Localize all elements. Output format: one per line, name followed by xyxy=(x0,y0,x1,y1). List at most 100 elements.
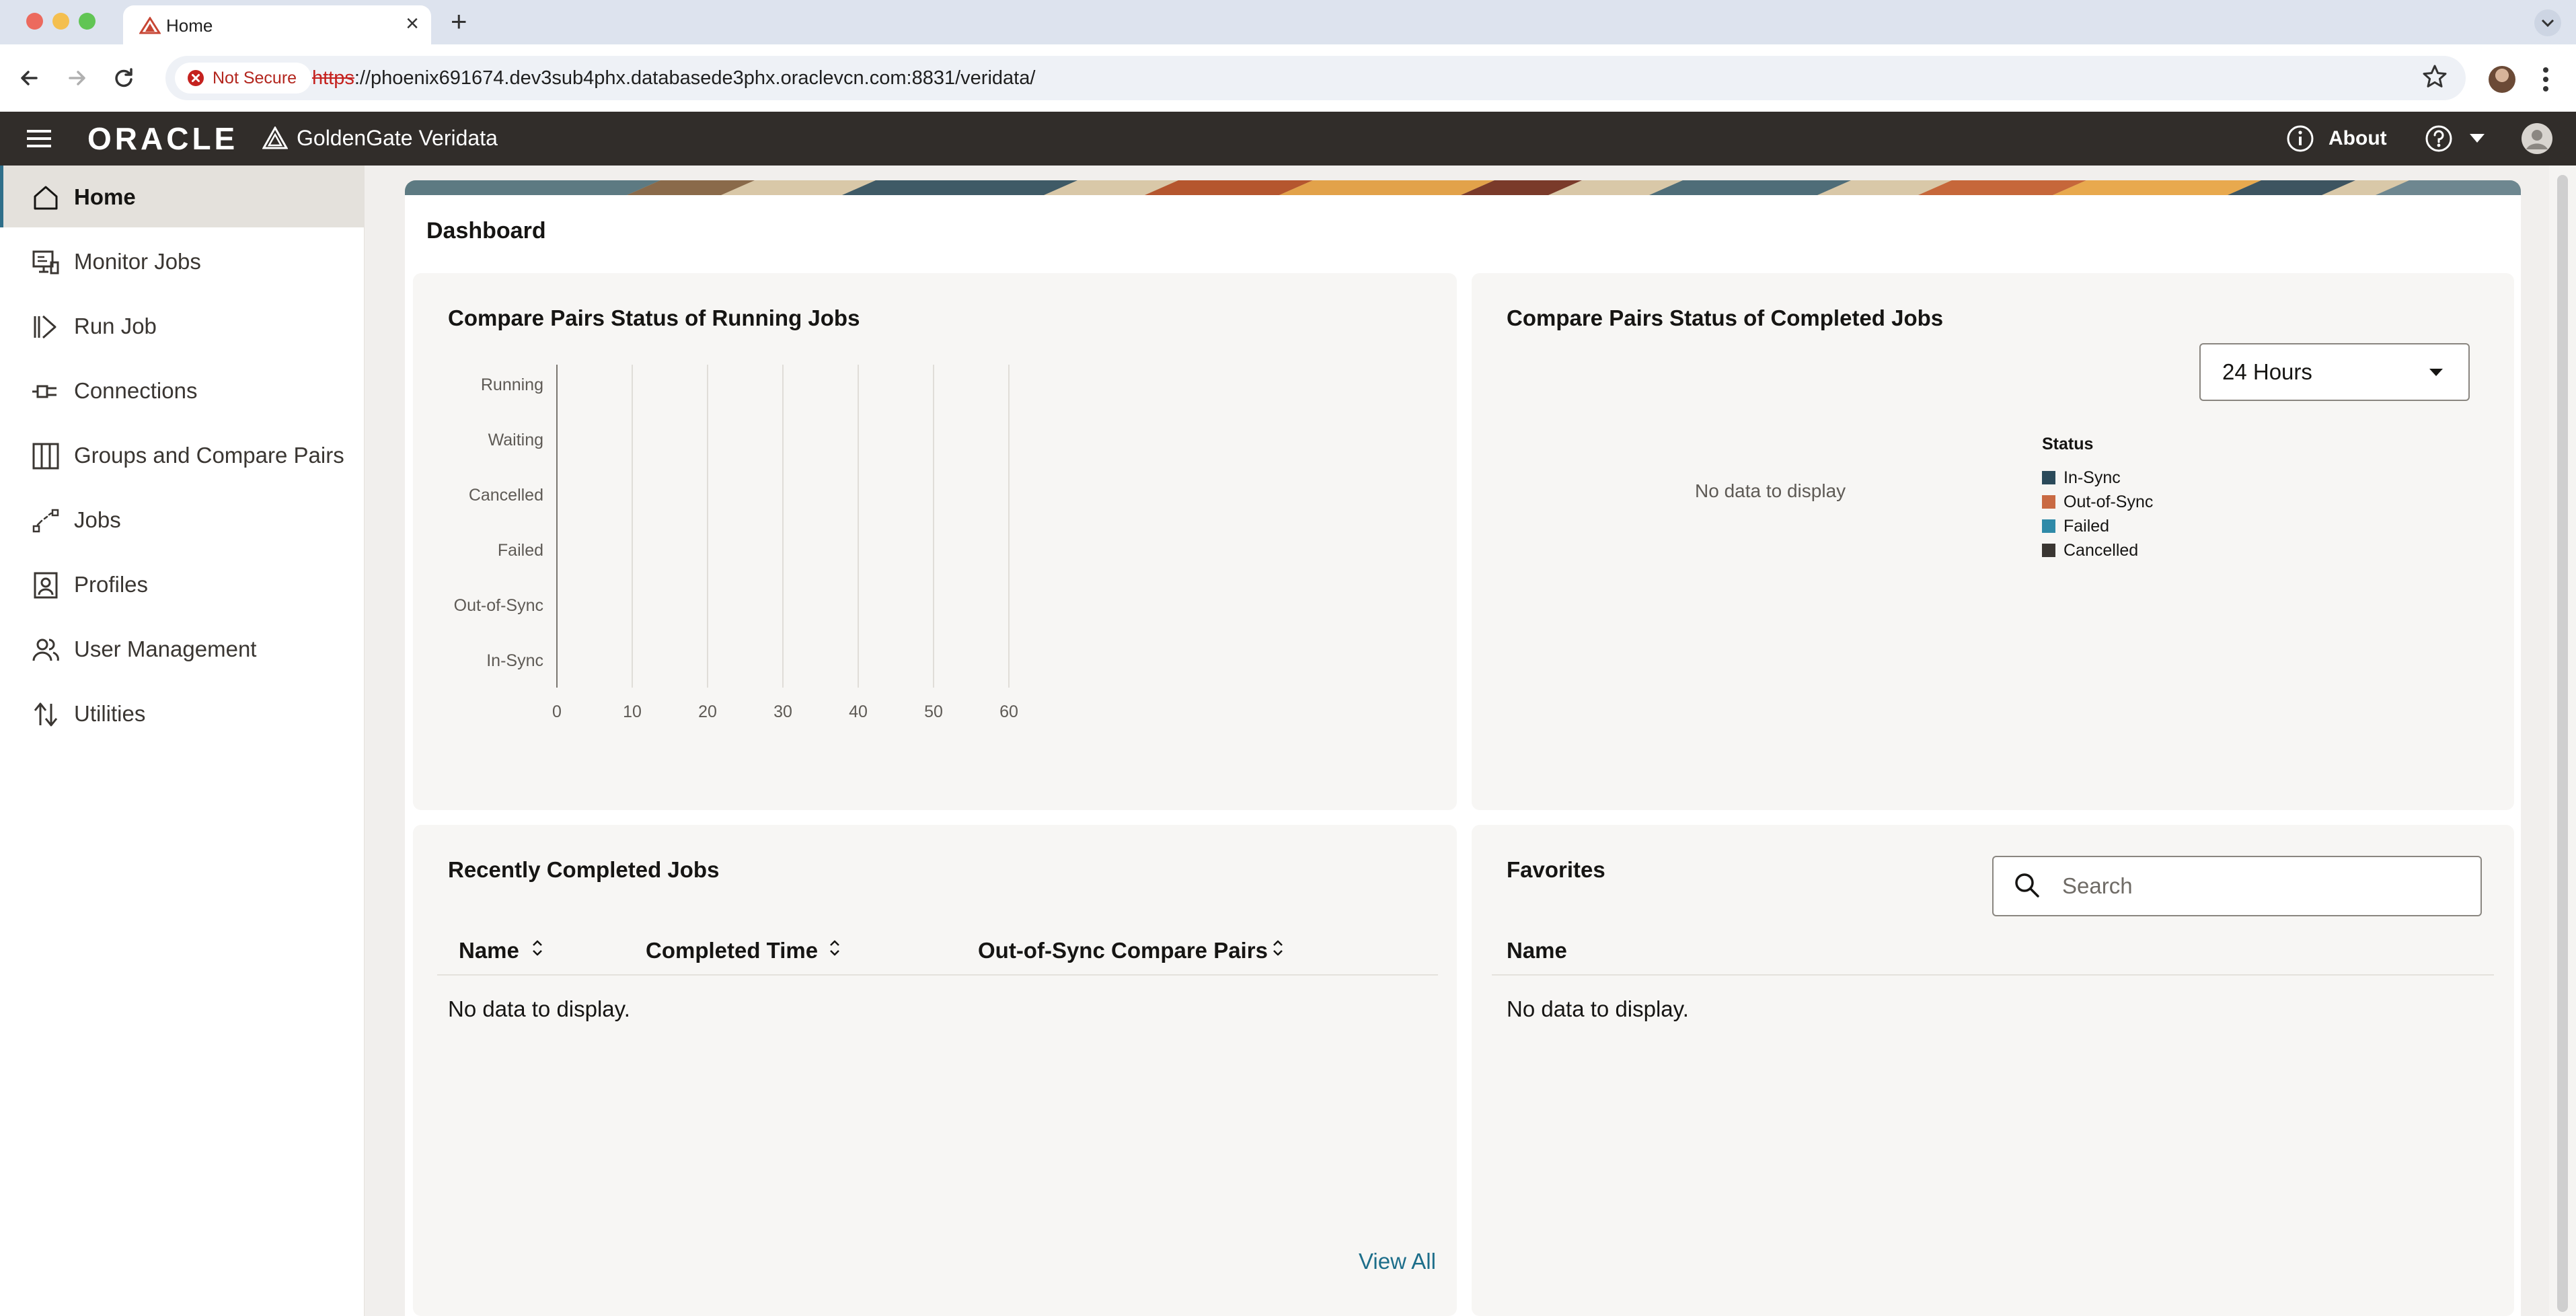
sidebar-item-groups-and-compare-pairs[interactable]: Groups and Compare Pairs xyxy=(0,424,364,486)
completed-jobs-panel: Compare Pairs Status of Completed Jobs 2… xyxy=(1472,273,2514,810)
y-category-label: Failed xyxy=(497,541,543,560)
legend-swatch xyxy=(2042,471,2055,484)
address-bar[interactable]: Not Secure https://phoenix691674.dev3sub… xyxy=(165,56,2466,100)
sidebar-item-user-management[interactable]: User Management xyxy=(0,618,364,680)
sidebar-item-label: Utilities xyxy=(74,701,146,726)
sort-icon[interactable] xyxy=(531,938,544,958)
url-scheme: https xyxy=(312,67,354,89)
sidebar-item-jobs[interactable]: Jobs xyxy=(0,488,364,550)
sidebar-item-run-job[interactable]: Run Job xyxy=(0,295,364,357)
favorites-no-data: No data to display. xyxy=(1507,996,1689,1021)
y-category-label: In-Sync xyxy=(486,651,543,670)
run-job-icon xyxy=(34,315,56,339)
sidebar-item-label: Connections xyxy=(74,378,198,403)
sidebar-item-profiles[interactable]: Profiles xyxy=(0,553,364,615)
view-all-link[interactable]: View All xyxy=(1359,1249,1436,1274)
sidebar-item-monitor-jobs[interactable]: Monitor Jobs xyxy=(0,230,364,292)
legend-label: In-Sync xyxy=(2063,468,2121,487)
recent-jobs-panel: Recently Completed Jobs Name Completed T… xyxy=(413,825,1457,1316)
x-tick-label: 60 xyxy=(999,702,1018,721)
profile-icon xyxy=(34,572,58,599)
bookmark-star-icon[interactable] xyxy=(2421,63,2448,90)
browser-menu-icon[interactable] xyxy=(2542,65,2549,94)
jobs-flow-icon xyxy=(32,509,59,533)
legend-label: Out-of-Sync xyxy=(2063,492,2154,511)
favorites-title: Favorites xyxy=(1507,857,1605,882)
window-zoom-button[interactable] xyxy=(79,13,96,30)
app-title: GoldenGate Veridata xyxy=(297,126,498,150)
chart-gridline xyxy=(858,365,859,688)
chart-gridline xyxy=(933,365,934,688)
y-category-label: Cancelled xyxy=(468,486,543,505)
window-close-button[interactable] xyxy=(26,13,43,30)
table-header-divider xyxy=(437,974,1438,976)
sidebar-item-label: Groups and Compare Pairs xyxy=(74,443,344,468)
column-header-out-of-sync-pairs[interactable]: Out-of-Sync Compare Pairs xyxy=(978,938,1268,963)
about-link[interactable]: About xyxy=(2328,127,2387,150)
sort-icon[interactable] xyxy=(828,938,841,958)
sidebar-item-home[interactable]: Home xyxy=(0,166,364,227)
search-input[interactable] xyxy=(2061,867,2467,906)
chevron-down-icon[interactable] xyxy=(2470,134,2485,143)
url-text[interactable]: https://phoenix691674.dev3sub4phx.databa… xyxy=(312,67,1035,89)
help-icon[interactable] xyxy=(2424,124,2454,153)
recent-jobs-title: Recently Completed Jobs xyxy=(448,857,720,882)
back-arrow-icon[interactable] xyxy=(15,63,44,93)
sort-icon[interactable] xyxy=(1271,938,1285,958)
monitor-icon xyxy=(32,250,59,275)
transfer-arrows-icon xyxy=(34,702,58,727)
search-icon xyxy=(2015,873,2039,898)
y-category-label: Running xyxy=(480,375,543,394)
tab-close-icon[interactable]: × xyxy=(406,12,419,35)
y-category-label: Waiting xyxy=(488,431,543,449)
column-header-name[interactable]: Name xyxy=(459,938,519,963)
sidebar-item-connections[interactable]: Connections xyxy=(0,359,364,421)
sidebar-item-label: Run Job xyxy=(74,314,157,338)
legend-label: Failed xyxy=(2063,517,2110,536)
sidebar-item-utilities[interactable]: Utilities xyxy=(0,682,364,744)
sidebar-item-label: Profiles xyxy=(74,572,149,597)
x-tick-label: 30 xyxy=(773,702,792,721)
column-header-completed-time[interactable]: Completed Time xyxy=(646,938,818,963)
browser-toolbar: Not Secure https://phoenix691674.dev3sub… xyxy=(0,44,2576,112)
running-jobs-chart: 0 10 20 30 40 50 60 Running Waiting Cancelled Fail… xyxy=(413,273,1457,810)
completed-jobs-title: Compare Pairs Status of Completed Jobs xyxy=(1507,305,1944,330)
info-icon[interactable] xyxy=(2285,124,2315,153)
legend-title: Status xyxy=(2042,435,2094,453)
decorative-banner xyxy=(405,180,2521,195)
sidebar-item-label: User Management xyxy=(74,636,257,661)
running-jobs-panel: Compare Pairs Status of Running Jobs 0 10… xyxy=(413,273,1457,810)
chevron-down-icon xyxy=(2429,369,2443,376)
browser-tab-strip: Home × + xyxy=(0,0,2576,44)
insecure-warning-icon xyxy=(188,70,204,86)
dashboard-card: Dashboard Compare Pairs Status of Runnin… xyxy=(405,180,2521,1316)
browser-profile-avatar[interactable] xyxy=(2489,66,2515,93)
new-tab-icon[interactable]: + xyxy=(451,5,467,38)
window-minimize-button[interactable] xyxy=(52,13,69,30)
y-axis-line xyxy=(556,365,558,688)
hamburger-menu-icon[interactable] xyxy=(27,128,51,149)
y-category-label: Out-of-Sync xyxy=(453,596,543,615)
user-avatar-icon[interactable] xyxy=(2521,122,2553,155)
favorites-search[interactable] xyxy=(1992,856,2482,916)
users-icon xyxy=(32,638,59,661)
not-secure-chip[interactable]: Not Secure xyxy=(175,63,312,94)
url-path: ://phoenix691674.dev3sub4phx.databasede3… xyxy=(354,67,1036,89)
page-scrollbar-thumb[interactable] xyxy=(2557,175,2568,1312)
legend-swatch xyxy=(2042,495,2055,509)
columns-icon xyxy=(32,443,59,470)
not-secure-label: Not Secure xyxy=(213,69,297,87)
legend-swatch xyxy=(2042,519,2055,533)
tab-search-chevron-icon[interactable] xyxy=(2534,9,2561,36)
table-header-divider xyxy=(1492,974,2494,976)
browser-tab[interactable]: Home × xyxy=(123,5,431,44)
x-tick-label: 50 xyxy=(924,702,943,721)
column-header-name[interactable]: Name xyxy=(1507,938,1567,963)
forward-arrow-icon[interactable] xyxy=(62,63,91,93)
favorites-panel: Favorites Name No data to display. xyxy=(1472,825,2514,1316)
chart-gridline xyxy=(1008,365,1010,688)
tab-title: Home xyxy=(166,15,213,36)
sidebar-item-label: Jobs xyxy=(74,507,121,532)
reload-icon[interactable] xyxy=(109,63,139,93)
time-range-select[interactable]: 24 Hours xyxy=(2199,343,2470,401)
